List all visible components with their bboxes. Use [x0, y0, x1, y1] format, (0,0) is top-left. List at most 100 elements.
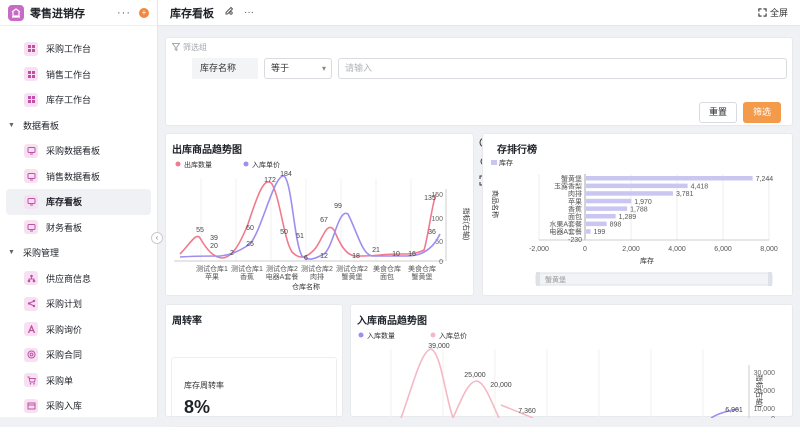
series-line: [400, 348, 454, 418]
nav-group-8[interactable]: ▼ 采购管理: [0, 240, 157, 266]
sidebar-item-13[interactable]: 采购单: [0, 368, 157, 394]
sidebar-item-label: 采购入库: [46, 401, 83, 412]
reset-button[interactable]: 重置: [699, 102, 737, 123]
sidebar-nav: 采购工作台 销售工作台 库存工作台 ▼ 数据看板 采购数据看板 销售数据看板 库存看板 财务看板…: [0, 26, 157, 419]
collapse-sidebar-icon[interactable]: ‹: [151, 232, 163, 244]
sidebar-item-7[interactable]: 财务看板: [0, 215, 157, 241]
x-tick-label: 6,000: [714, 246, 732, 253]
data-label: 21: [372, 247, 380, 254]
legend-marker: [175, 161, 181, 167]
operator-select[interactable]: 等于: [264, 58, 332, 79]
inbound-trend-card: 入库商品趋势图 入库数量入库总价30,00020,00010,0000指标(右轴…: [350, 304, 793, 418]
y-tick-label: 水果A套餐: [549, 220, 582, 229]
edit-icon[interactable]: [224, 6, 234, 19]
card-title: 周转率: [172, 316, 202, 327]
more-options-icon[interactable]: ···: [117, 7, 131, 19]
sidebar-item-9[interactable]: 供应商信息: [0, 266, 157, 292]
x-tick-label: 2,000: [622, 246, 640, 253]
sidebar-item-14[interactable]: 采购入库: [0, 393, 157, 419]
grid-icon: [24, 92, 38, 107]
at-icon: [24, 347, 38, 362]
x-tick-label: 4,000: [668, 246, 686, 253]
x-tick-label: 美食仓库: [408, 264, 436, 273]
sidebar-item-label: 采购询价: [46, 324, 83, 335]
data-label: 51: [296, 233, 304, 240]
brand-bar: 零售进销存 ··· +: [0, 0, 157, 26]
inbound-trend-chart: 入库数量入库总价30,00020,00010,0000指标(右轴)39,0002…: [358, 331, 775, 418]
data-label: 20,000: [490, 382, 512, 389]
x-tick-label: 面包: [380, 272, 394, 281]
x-tick-label: 测试仓库1: [231, 264, 263, 273]
zoom-slider-handle: [536, 272, 540, 286]
x-axis-title: 仓库名称: [292, 282, 320, 291]
x-tick-label: 测试仓库2: [266, 264, 298, 273]
dashboard-icon: [24, 169, 38, 184]
data-label: 898: [610, 222, 622, 229]
sidebar-item-6[interactable]: 库存看板: [6, 189, 151, 215]
sidebar-item-2[interactable]: 库存工作台: [0, 87, 157, 113]
legend-label: 库存: [499, 158, 513, 167]
data-label: 50: [280, 229, 288, 236]
sidebar-item-12[interactable]: 采购合同: [0, 342, 157, 368]
turnover-card: 周转率 库存周转率 8%: [165, 304, 343, 427]
filter-value-input[interactable]: 请输入: [338, 58, 787, 79]
sidebar-item-10[interactable]: 采购计划: [0, 291, 157, 317]
nav-group-label: 采购管理: [22, 248, 59, 259]
sidebar-item-5[interactable]: 销售数据看板: [0, 164, 157, 190]
right-tick-label: 100: [431, 216, 443, 223]
y-tick-label: 香蕉: [568, 204, 582, 213]
fullscreen-label: 全屏: [769, 8, 788, 18]
x-tick-label: 测试仓库2: [336, 264, 368, 273]
filter-header-label: 筛选组: [183, 43, 207, 52]
x-tick-label: 测试仓库2: [301, 264, 333, 273]
add-badge-icon[interactable]: +: [139, 7, 149, 18]
sidebar-item-label: 库存工作台: [46, 95, 92, 106]
x-tick-label: 美食仓库: [373, 264, 401, 273]
data-label: 99: [334, 203, 342, 210]
sidebar-item-label: 采购数据看板: [46, 146, 101, 157]
turnover-value: 8%: [184, 397, 211, 417]
sidebar: 零售进销存 ··· + 采购工作台 销售工作台 库存工作台 ▼ 数据看板 采购数据看板 销售…: [0, 0, 158, 417]
y-tick-label: 蟹黄堡: [561, 174, 582, 183]
x-tick-label: 蟹黄堡: [342, 272, 363, 281]
grid-icon: [24, 67, 38, 82]
nav-group-label: 数据看板: [22, 120, 59, 131]
nav-group-3[interactable]: ▼ 数据看板: [0, 113, 157, 139]
more-options-icon[interactable]: ···: [244, 7, 254, 18]
sidebar-item-label: 采购计划: [46, 299, 83, 310]
org-icon: [24, 271, 38, 286]
outbound-trend-card: 出库商品趋势图 出库数量 入库单价 150 100 50 0 指标(右轴) 55 39 20 2 25…: [165, 133, 474, 296]
x-axis-title: 库存: [640, 256, 654, 265]
bar: [586, 206, 628, 211]
data-label: 20: [210, 243, 218, 250]
series-line: [179, 175, 441, 260]
data-label: 6,961: [725, 407, 743, 414]
data-label: 7,360: [518, 408, 536, 415]
letter-a-icon: [24, 322, 38, 337]
sidebar-item-1[interactable]: 销售工作台: [0, 62, 157, 88]
x-tick-label: 8,000: [760, 246, 778, 253]
grid-icon: [24, 41, 38, 56]
data-label: 18: [352, 253, 360, 260]
caret-down-icon: ▼: [8, 249, 15, 257]
fullscreen-button[interactable]: 全屏: [758, 6, 788, 19]
filter-panel: 筛选组 库存名称 等于 请输入 重置 筛选: [165, 37, 793, 126]
legend-label: 入库总价: [439, 331, 467, 340]
bar: [586, 191, 673, 196]
data-label: 25: [246, 241, 254, 248]
x-tick-label: 0: [583, 246, 587, 253]
sidebar-item-4[interactable]: 采购数据看板: [0, 138, 157, 164]
data-label: 25,000: [464, 372, 486, 379]
box-icon: [24, 398, 38, 413]
sidebar-item-11[interactable]: 采购询价: [0, 317, 157, 343]
data-label: 12: [320, 253, 328, 260]
x-tick-label: 肉排: [310, 272, 324, 281]
legend-label: 出库数量: [184, 160, 212, 169]
y-tick-label: 苹果: [568, 197, 582, 206]
legend-marker: [491, 160, 497, 165]
stock-rank-card: 存排行榜 库存 商品名称 蟹黄堡 7,244 玉露香梨 4,418 肉排 3,781 苹果 1,9…: [482, 133, 793, 296]
sidebar-item-0[interactable]: 采购工作台: [0, 36, 157, 62]
data-label: 2: [230, 250, 234, 257]
filter-button[interactable]: 筛选: [743, 102, 781, 123]
fullscreen-icon: [758, 8, 767, 17]
